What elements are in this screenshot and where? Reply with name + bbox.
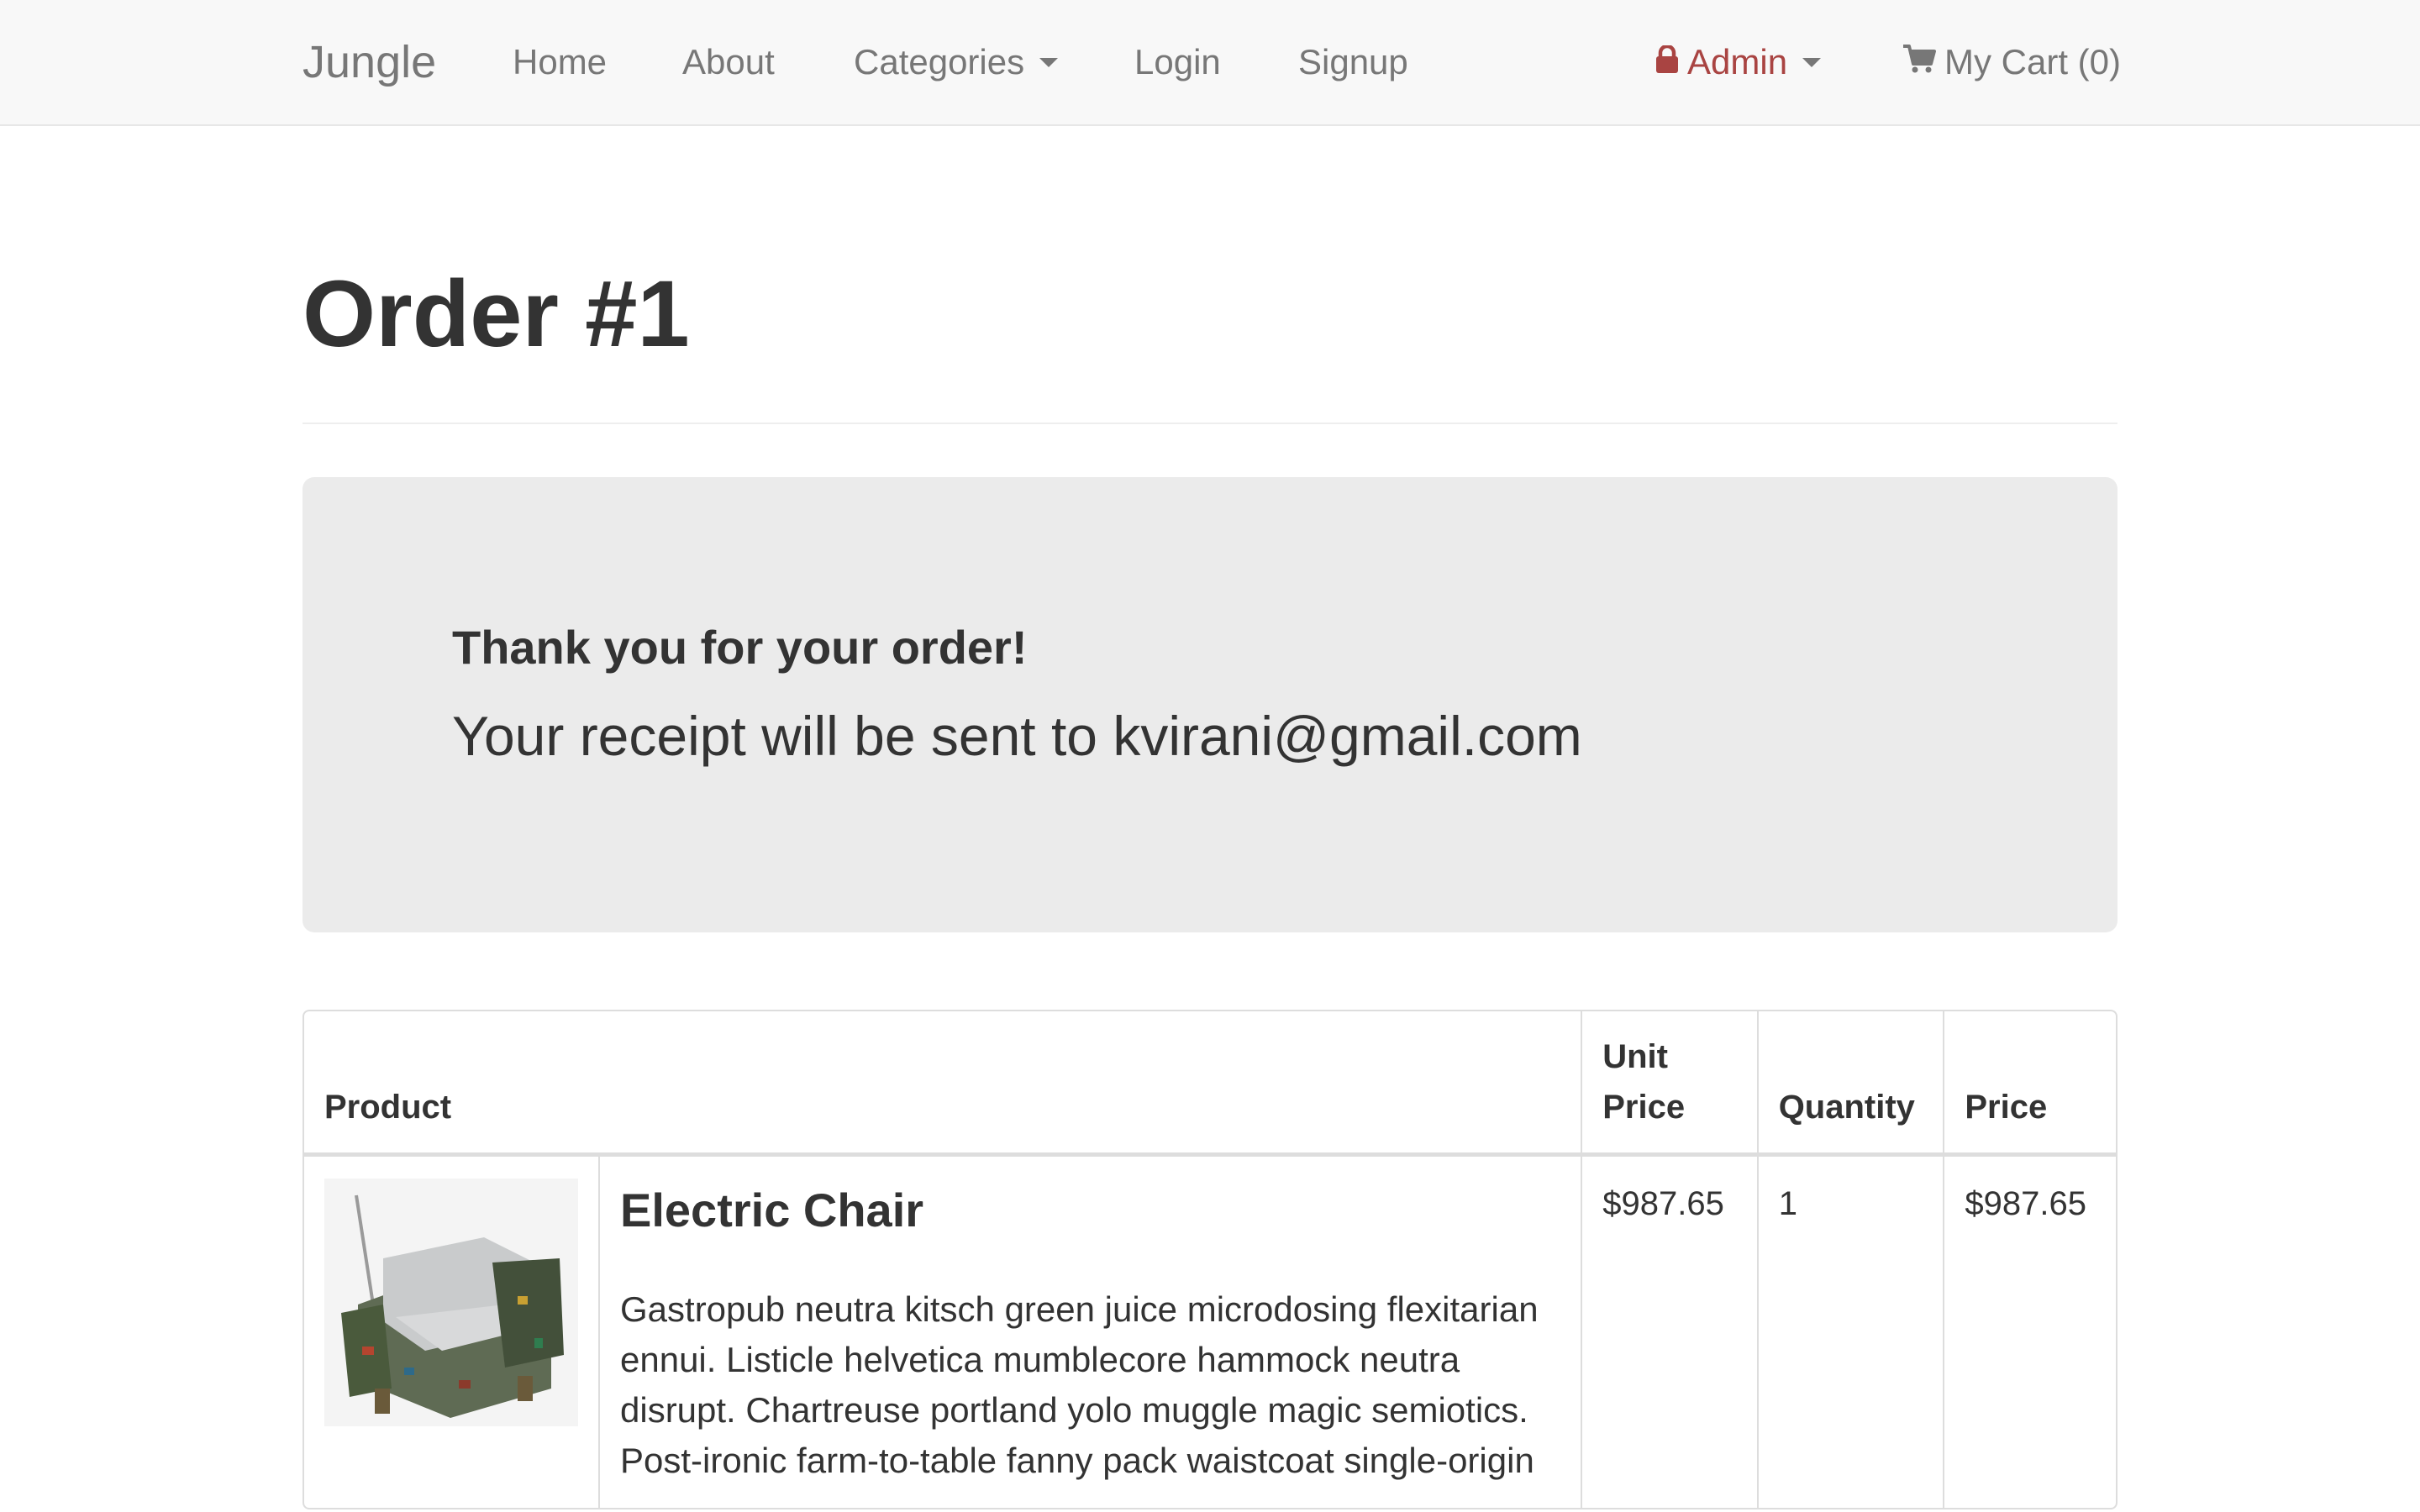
table-row: Electric Chair Gastropub neutra kitsch g… [304, 1155, 2116, 1508]
top-navbar: Jungle Home About Categories Login Signu… [0, 0, 2420, 126]
nav-link-about[interactable]: About [682, 0, 775, 124]
unit-price-cell: $987.65 [1581, 1155, 1757, 1508]
unit-price-header-line2: Price [1602, 1089, 1686, 1126]
quantity-cell: 1 [1756, 1155, 1944, 1508]
nav-link-home[interactable]: Home [513, 0, 607, 124]
product-image[interactable] [324, 1179, 578, 1426]
brand-link[interactable]: Jungle [302, 0, 436, 124]
column-header-unit-price: Unit Price [1581, 1011, 1757, 1155]
column-header-price: Price [1943, 1011, 2116, 1155]
table-header-row: Product Unit Price Quantity Price [304, 1011, 2116, 1155]
nav-dropdown-admin[interactable]: Admin [1655, 0, 1822, 124]
nav-categories-label: Categories [854, 42, 1025, 81]
nav-link-signup[interactable]: Signup [1298, 0, 1408, 124]
navbar-container: Jungle Home About Categories Login Signu… [302, 0, 2121, 124]
caret-down-icon [1802, 58, 1822, 68]
table-header: Product Unit Price Quantity Price [304, 1011, 2116, 1155]
column-header-quantity: Quantity [1756, 1011, 1944, 1155]
nav-link-login[interactable]: Login [1134, 0, 1221, 124]
receipt-message: Your receipt will be sent to kvirani@gma… [452, 705, 1582, 767]
table-body: Electric Chair Gastropub neutra kitsch g… [304, 1155, 2116, 1508]
order-items-table: Product Unit Price Quantity Price Electr… [302, 1010, 2118, 1509]
column-header-product: Product [304, 1011, 1581, 1155]
title-divider [302, 423, 2118, 424]
nav-admin-label: Admin [1687, 42, 1788, 81]
product-description: Gastropub neutra kitsch green juice micr… [620, 1289, 1539, 1480]
thank-you-heading: Thank you for your order! [452, 621, 1028, 674]
product-details-cell: Electric Chair Gastropub neutra kitsch g… [598, 1155, 1581, 1508]
product-name[interactable]: Electric Chair [620, 1179, 1560, 1241]
lock-icon [1655, 0, 1679, 124]
page-title: Order #1 [302, 261, 690, 366]
caret-down-icon [1039, 58, 1059, 68]
product-image-cell [304, 1155, 598, 1508]
nav-link-cart[interactable]: My Cart (0) [1902, 0, 2121, 124]
order-confirmation-panel: Thank you for your order! Your receipt w… [302, 477, 2118, 932]
shopping-cart-icon [1902, 0, 1936, 124]
unit-price-header-line1: Unit [1602, 1038, 1668, 1075]
nav-dropdown-categories[interactable]: Categories [854, 0, 1059, 124]
price-cell: $987.65 [1943, 1155, 2116, 1508]
nav-cart-label: My Cart (0) [1944, 42, 2121, 81]
